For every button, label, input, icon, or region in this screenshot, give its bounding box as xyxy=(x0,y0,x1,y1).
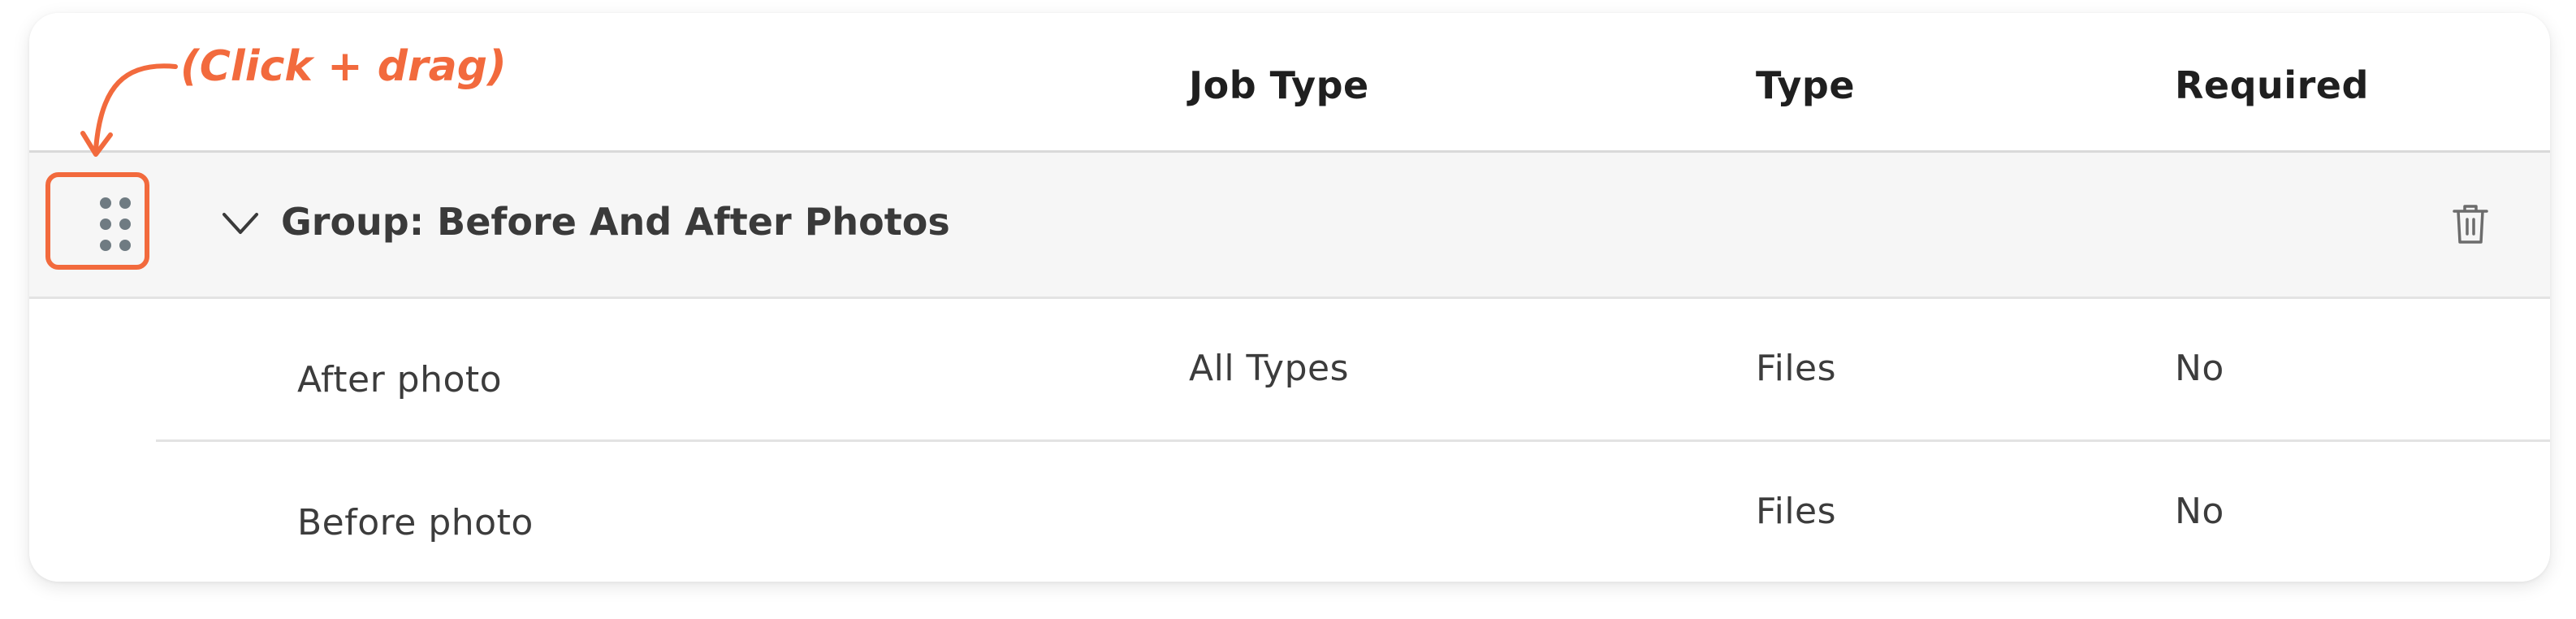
annotation-arrow-icon xyxy=(68,54,190,167)
column-header-type[interactable]: Type xyxy=(1756,63,1855,107)
table-row[interactable]: After photo All Types Files No xyxy=(29,299,2550,442)
required-cell: No xyxy=(2175,491,2224,532)
field-name: Before photo xyxy=(297,502,534,543)
field-name: After photo xyxy=(297,359,503,400)
chevron-down-icon[interactable] xyxy=(221,210,260,237)
job-type-cell: All Types xyxy=(1189,348,1350,389)
click-drag-annotation: (Click + drag) xyxy=(180,42,507,91)
column-header-job-type[interactable]: Job Type xyxy=(1189,63,1369,107)
table-row[interactable]: Before photo Files No xyxy=(29,442,2550,582)
type-cell: Files xyxy=(1756,491,1837,532)
drag-handle-highlight xyxy=(45,172,149,270)
group-title: Group: Before And After Photos xyxy=(281,200,950,244)
column-header-required[interactable]: Required xyxy=(2175,63,2369,107)
job-fields-table: Job Type Type Required Group: Before And… xyxy=(29,13,2550,582)
required-cell: No xyxy=(2175,348,2224,389)
type-cell: Files xyxy=(1756,348,1837,389)
group-row[interactable]: Group: Before And After Photos xyxy=(29,153,2550,299)
trash-icon[interactable] xyxy=(2451,201,2490,247)
